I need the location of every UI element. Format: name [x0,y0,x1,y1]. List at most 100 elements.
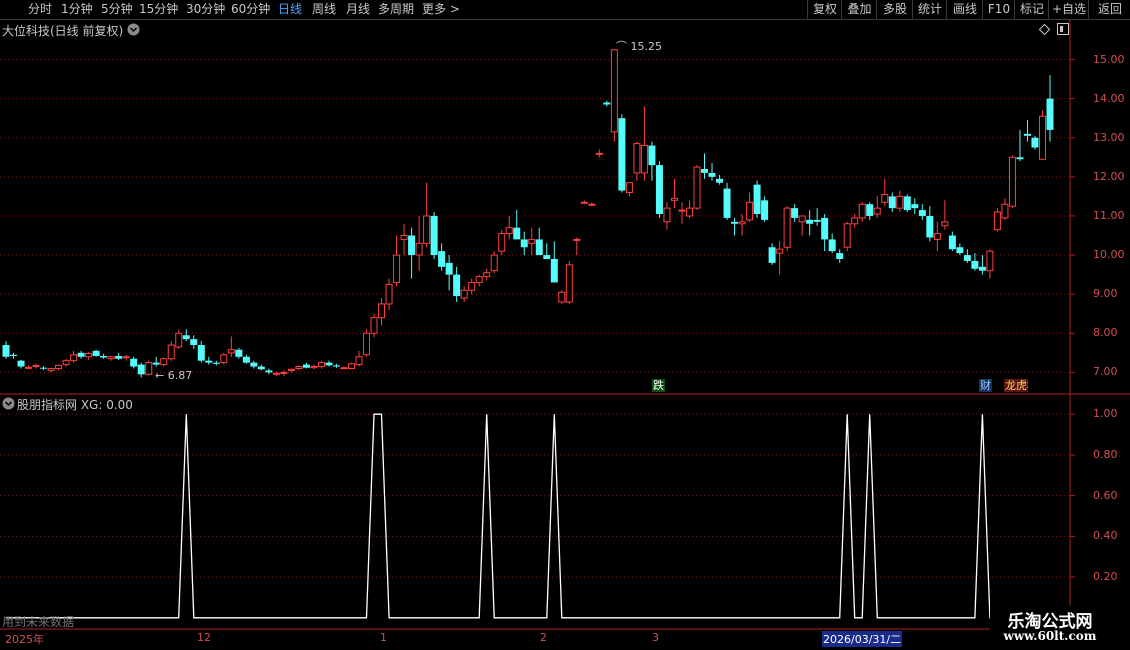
period-tab-2[interactable]: 5分钟 [101,1,133,18]
candle-body [625,182,633,193]
candle-body [205,360,213,363]
candle-body [798,215,806,223]
candle [903,194,911,213]
candle-body [528,238,536,244]
candle-body [220,354,228,364]
candle [340,366,348,370]
candle [993,208,1001,232]
period-tab-3[interactable]: 15分钟 [139,1,178,18]
period-tab-0[interactable]: 分时 [28,1,52,18]
candle [220,352,228,365]
cursor-date: 2026/03/31/二 [822,631,903,647]
candle [408,227,416,279]
candle [746,192,754,222]
chevron-down-icon[interactable] [127,23,140,36]
candle [731,217,739,236]
candle [896,190,904,213]
candle [558,290,566,304]
period-tab-7[interactable]: 周线 [312,1,336,18]
toolbar-button-0[interactable]: 复权 [807,0,842,19]
candle [888,192,896,213]
price-tick-label: 10.00 [1093,248,1125,262]
period-tab-9[interactable]: 多周期 [378,1,414,18]
candle [918,204,926,220]
candle [92,349,100,357]
period-tab-4[interactable]: 30分钟 [186,1,225,18]
candle [528,227,536,256]
candle [513,210,521,240]
indicator-menu-icon[interactable] [2,397,15,410]
candle-body [400,235,408,240]
candle-body [445,262,453,275]
candle-body [858,203,866,219]
candle-body [317,362,325,368]
toolbar-button-8[interactable]: 返回 [1088,0,1130,19]
period-tab-10[interactable]: 更多 > [422,1,460,18]
candle [182,329,190,342]
indicator-tick-label: 0.60 [1093,488,1118,502]
candle [580,200,588,205]
candle [10,352,18,359]
candle-body [152,362,160,365]
candle-body [941,221,949,227]
candle-body [918,210,926,216]
candle-body [265,370,273,373]
marker-dragon-tiger[interactable]: 龙虎榜 [1004,379,1028,392]
panel-toggle-icon[interactable] [1057,23,1069,35]
candle [926,206,934,242]
candle [160,357,168,367]
candle-body [167,344,175,360]
candle [272,371,280,377]
toolbar-button-3[interactable]: 统计 [912,0,947,19]
candle [550,241,558,283]
toolbar-button-4[interactable]: 画线 [946,0,983,19]
toolbar-button-2[interactable]: 多股 [876,0,913,19]
toolbar-button-7[interactable]: +自选 [1048,0,1089,19]
candle [17,359,25,369]
marker-drop[interactable]: 跌 [652,379,665,392]
candle [828,233,836,254]
marker-finance[interactable]: 财 [979,379,992,392]
candle [798,215,806,236]
diamond-icon[interactable] [1039,24,1050,35]
candle-body [272,372,280,375]
candle [302,362,310,369]
toolbar-button-1[interactable]: 叠加 [841,0,877,19]
time-label-mar: 3 [652,631,659,644]
candle [317,360,325,369]
toolbar-button-5[interactable]: F10 [982,0,1015,19]
candle-body [430,215,438,256]
xg-indicator-series [6,413,1020,619]
candle-body [813,219,821,222]
candle [1001,198,1009,220]
candle [242,354,250,364]
candle-body [70,354,78,362]
watermark-url: www.60lt.com [1003,629,1097,643]
candle-body [956,247,964,254]
candle [100,353,108,359]
candle-body [558,291,566,303]
candle [520,231,528,256]
candle [190,335,198,349]
candle-body [595,152,603,155]
period-tab-5[interactable]: 60分钟 [231,1,270,18]
candle-body [580,201,588,204]
candle-body [32,364,40,368]
candle-body [347,363,355,369]
candle [678,202,686,224]
candle [378,298,386,326]
period-tab-6[interactable]: 日线 [278,1,302,18]
period-tab-1[interactable]: 1分钟 [61,1,93,18]
candle-body [85,353,93,358]
candle-body [47,367,55,371]
price-tick-label: 8.00 [1093,326,1118,340]
candle-body [903,196,911,211]
toolbar-button-6[interactable]: 标记 [1014,0,1049,19]
candle [1038,110,1046,160]
candle-body [986,250,994,272]
period-tab-8[interactable]: 月线 [346,1,370,18]
candle-body [678,209,686,212]
candle [963,249,971,263]
candle-body [250,362,258,367]
candle-body [791,208,799,218]
